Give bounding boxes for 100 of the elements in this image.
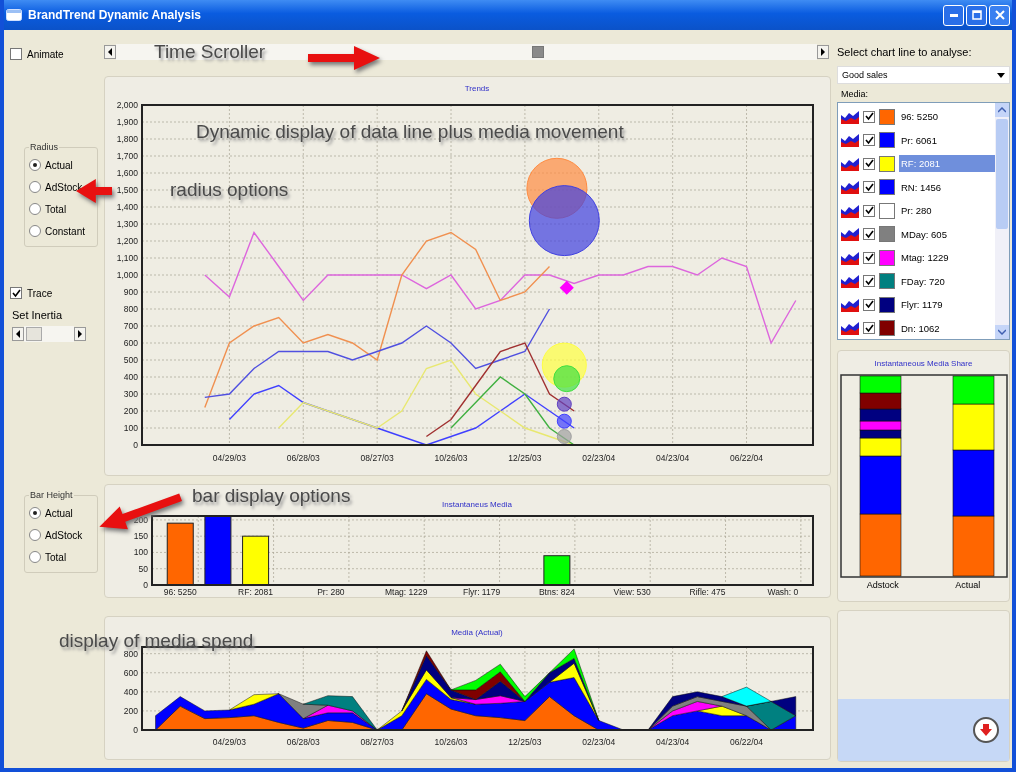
- radio-button[interactable]: [29, 225, 41, 237]
- diamond-marker: [559, 280, 574, 295]
- axis-label: 50: [138, 563, 148, 574]
- annotation-text: Time Scroller: [154, 41, 266, 63]
- annotation-text: Dynamic display of data line plus media movement: [196, 121, 624, 143]
- time-scroller-thumb[interactable]: [531, 46, 544, 58]
- axis-label: Flyr: 1179: [462, 587, 501, 597]
- media-item[interactable]: MDay: 605: [899, 225, 995, 243]
- axis-label: Wash: 0: [767, 587, 799, 597]
- axis-label: View: 530: [613, 587, 651, 597]
- checkbox[interactable]: [863, 228, 875, 241]
- axis-label: 04/29/03: [212, 737, 246, 747]
- list-label: Media:: [841, 89, 869, 99]
- axis-label: 200: [133, 514, 148, 525]
- media-item[interactable]: Pr: 280: [899, 202, 995, 220]
- axis-label: 96: 5250: [163, 587, 197, 597]
- media-item[interactable]: RN: 1456: [899, 178, 995, 196]
- axis-label: 2,000: [116, 100, 138, 110]
- scroll-left-button[interactable]: [12, 327, 24, 341]
- checkbox[interactable]: [10, 287, 22, 299]
- axis-label: 12/25/03: [508, 453, 542, 463]
- axis-label: 02/23/04: [582, 453, 616, 463]
- checkbox[interactable]: [863, 204, 875, 217]
- axis-label: Adstock: [866, 580, 899, 590]
- checkbox[interactable]: [863, 275, 875, 288]
- annotation-text: display of media spend: [59, 630, 254, 651]
- axis-label: 02/23/04: [582, 737, 616, 747]
- group-title: Radius: [29, 142, 59, 152]
- axis-label: 0: [133, 725, 138, 735]
- axis-label: 12/25/03: [508, 737, 542, 747]
- axis-label: 600: [123, 667, 138, 678]
- media-item[interactable]: Dn: 1062: [899, 319, 995, 337]
- axis-label: 0: [143, 580, 148, 590]
- axis-label: 400: [123, 372, 138, 382]
- axis-label: 1,800: [116, 134, 138, 144]
- option-label: Constant: [45, 225, 86, 237]
- checkbox[interactable]: [10, 48, 22, 60]
- axis-label: Btns: 824: [538, 587, 575, 597]
- chart-icon: [841, 227, 859, 242]
- minimize-button[interactable]: [943, 4, 964, 26]
- chart-icon: [841, 274, 859, 289]
- checkbox[interactable]: [863, 134, 875, 147]
- axis-label: 1,400: [116, 202, 138, 212]
- axis-label: 600: [123, 338, 138, 348]
- radio-button[interactable]: [29, 529, 41, 541]
- radio-button[interactable]: [29, 181, 41, 193]
- axis-label: Rifle: 475: [689, 587, 726, 597]
- axis-label: 04/23/04: [656, 737, 690, 747]
- axis-label: 700: [123, 321, 138, 331]
- option-label: Total: [45, 203, 67, 215]
- window-icon: [6, 9, 22, 21]
- axis-label: 06/28/03: [286, 453, 320, 463]
- radio-button[interactable]: [29, 159, 41, 171]
- checkbox[interactable]: [863, 251, 875, 264]
- radio-button[interactable]: [29, 551, 41, 563]
- axis-label: 04/23/04: [656, 453, 690, 463]
- axis-label: 1,100: [116, 253, 138, 263]
- bubble: [556, 396, 572, 412]
- checkbox[interactable]: [863, 322, 875, 335]
- checkbox[interactable]: [863, 298, 875, 311]
- scroll-right-button[interactable]: [74, 327, 86, 341]
- chart-line-dropdown[interactable]: Good sales: [837, 66, 1010, 84]
- slider-label: Set Inertia: [12, 309, 64, 321]
- media-item[interactable]: FDay: 720: [899, 272, 995, 290]
- option-label: AdStock: [45, 529, 83, 541]
- radio-button[interactable]: [29, 203, 41, 215]
- axis-label: 800: [123, 648, 138, 659]
- axis-label: 10/26/03: [434, 453, 468, 463]
- chart-icon: [841, 156, 859, 171]
- inertia-slider[interactable]: [25, 327, 42, 341]
- right-arrow-icon: [77, 330, 83, 338]
- list-scrollbar[interactable]: [995, 103, 1009, 339]
- axis-label: 500: [123, 355, 138, 365]
- axis-label: 10/26/03: [434, 737, 468, 747]
- checkbox[interactable]: [863, 157, 875, 170]
- checkbox[interactable]: [863, 181, 875, 194]
- axis-label: Pr: 280: [317, 587, 345, 597]
- media-item[interactable]: Flyr: 1179: [899, 296, 995, 314]
- chart-icon: [841, 250, 859, 265]
- down-button[interactable]: [973, 717, 999, 743]
- media-item[interactable]: Mtag: 1229: [899, 249, 995, 267]
- axis-label: 0: [133, 440, 138, 450]
- caret-icon: [997, 72, 1005, 78]
- checkbox-label: Trace: [27, 287, 53, 299]
- axis-label: 800: [123, 304, 138, 314]
- media-item[interactable]: Pr: 6061: [899, 131, 995, 149]
- checkbox[interactable]: [863, 110, 875, 123]
- scroll-right-button[interactable]: [817, 45, 829, 59]
- close-icon: [994, 10, 1005, 20]
- option-label: Total: [45, 551, 67, 563]
- media-item[interactable]: 96: 5250: [899, 108, 995, 126]
- axis-label: Actual: [955, 580, 981, 590]
- chart-icon: [841, 109, 859, 124]
- radio-button[interactable]: [29, 507, 41, 519]
- axis-label: 06/22/04: [729, 453, 764, 463]
- scroll-left-button[interactable]: [104, 45, 116, 59]
- maximize-button[interactable]: [966, 4, 987, 26]
- close-button[interactable]: [989, 4, 1010, 26]
- chart-icon: [841, 180, 859, 195]
- axis-label: 100: [123, 423, 138, 433]
